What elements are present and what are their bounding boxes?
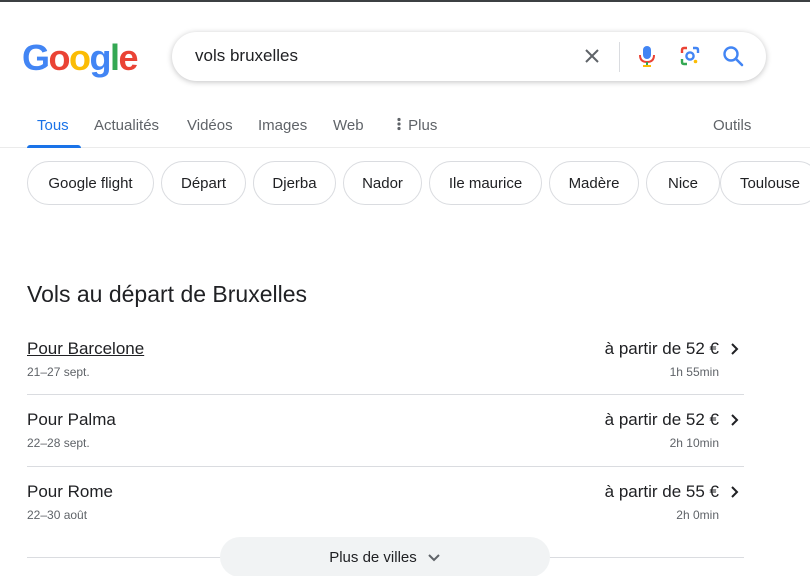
flight-destination[interactable]: Pour Rome: [27, 482, 113, 502]
tab-plus[interactable]: Plus: [394, 117, 437, 134]
flights-section-title: Vols au départ de Bruxelles: [27, 281, 308, 307]
tab-web[interactable]: Web: [333, 117, 364, 134]
active-tab-indicator: [27, 145, 81, 148]
flight-destination[interactable]: Pour Barcelone: [27, 339, 144, 359]
refinement-chips: Google flight Départ Djerba Nador Ile ma…: [27, 161, 810, 205]
chip-toulouse[interactable]: Toulouse: [720, 161, 810, 205]
lens-icon[interactable]: [678, 44, 702, 68]
chevron-down-icon: [428, 554, 440, 562]
flight-dates: 21–27 sept.: [27, 365, 90, 379]
chip-depart[interactable]: Départ: [161, 161, 246, 205]
more-vert-icon: [397, 117, 401, 131]
search-tabs: Tous Actualités Vidéos Images Web Plus O…: [0, 110, 810, 148]
tab-plus-label: Plus: [408, 117, 438, 134]
flight-destination[interactable]: Pour Palma: [27, 410, 116, 430]
flight-dates: 22–30 août: [27, 508, 88, 522]
flight-row-rome[interactable]: Pour Rome 22–30 août à partir de 55 € 2h…: [27, 475, 744, 545]
flight-duration: 1h 55min: [669, 365, 719, 379]
flight-row-palma[interactable]: Pour Palma 22–28 sept. à partir de 52 € …: [27, 403, 744, 473]
logo-letter: o: [48, 37, 71, 78]
flight-duration: 2h 0min: [676, 508, 719, 522]
flight-price: à partir de 52 €: [604, 410, 719, 429]
search-icon[interactable]: [721, 44, 745, 68]
mic-icon[interactable]: [635, 44, 659, 68]
chevron-right-icon: [731, 343, 739, 355]
chip-ile-maurice[interactable]: Ile maurice: [429, 161, 542, 205]
more-cities-button[interactable]: Plus de villes: [220, 537, 550, 576]
search-input[interactable]: vols bruxelles: [195, 46, 298, 66]
tab-videos[interactable]: Vidéos: [187, 117, 233, 134]
top-border: [0, 0, 810, 2]
tools-button[interactable]: Outils: [713, 117, 751, 134]
chevron-right-icon: [731, 414, 739, 426]
search-box[interactable]: vols bruxelles: [172, 32, 766, 81]
flight-price: à partir de 52 €: [604, 339, 719, 358]
tab-actualites[interactable]: Actualités: [94, 117, 159, 134]
logo-letter: e: [118, 37, 139, 78]
logo-letter: l: [110, 37, 120, 78]
flight-duration: 2h 10min: [669, 436, 719, 450]
logo-letter: g: [89, 37, 112, 78]
chip-djerba[interactable]: Djerba: [253, 161, 336, 205]
search-divider: [619, 42, 620, 72]
chip-madere[interactable]: Madère: [549, 161, 639, 205]
logo-letter: G: [22, 37, 50, 78]
chip-nice[interactable]: Nice: [646, 161, 720, 205]
chip-google-flight[interactable]: Google flight: [27, 161, 154, 205]
google-logo[interactable]: Google: [22, 37, 139, 78]
tab-images[interactable]: Images: [258, 117, 307, 134]
chip-nador[interactable]: Nador: [343, 161, 422, 205]
chevron-right-icon: [731, 486, 739, 498]
flight-row-barcelone[interactable]: Pour Barcelone 21–27 sept. à partir de 5…: [27, 332, 744, 402]
tab-tous[interactable]: Tous: [37, 117, 69, 134]
logo-letter: o: [69, 37, 91, 78]
row-divider: [27, 394, 744, 395]
flight-price: à partir de 55 €: [604, 482, 719, 501]
clear-icon[interactable]: [580, 44, 604, 68]
flight-dates: 22–28 sept.: [27, 436, 90, 450]
row-divider: [27, 466, 744, 467]
more-cities-label: Plus de villes: [329, 548, 417, 566]
